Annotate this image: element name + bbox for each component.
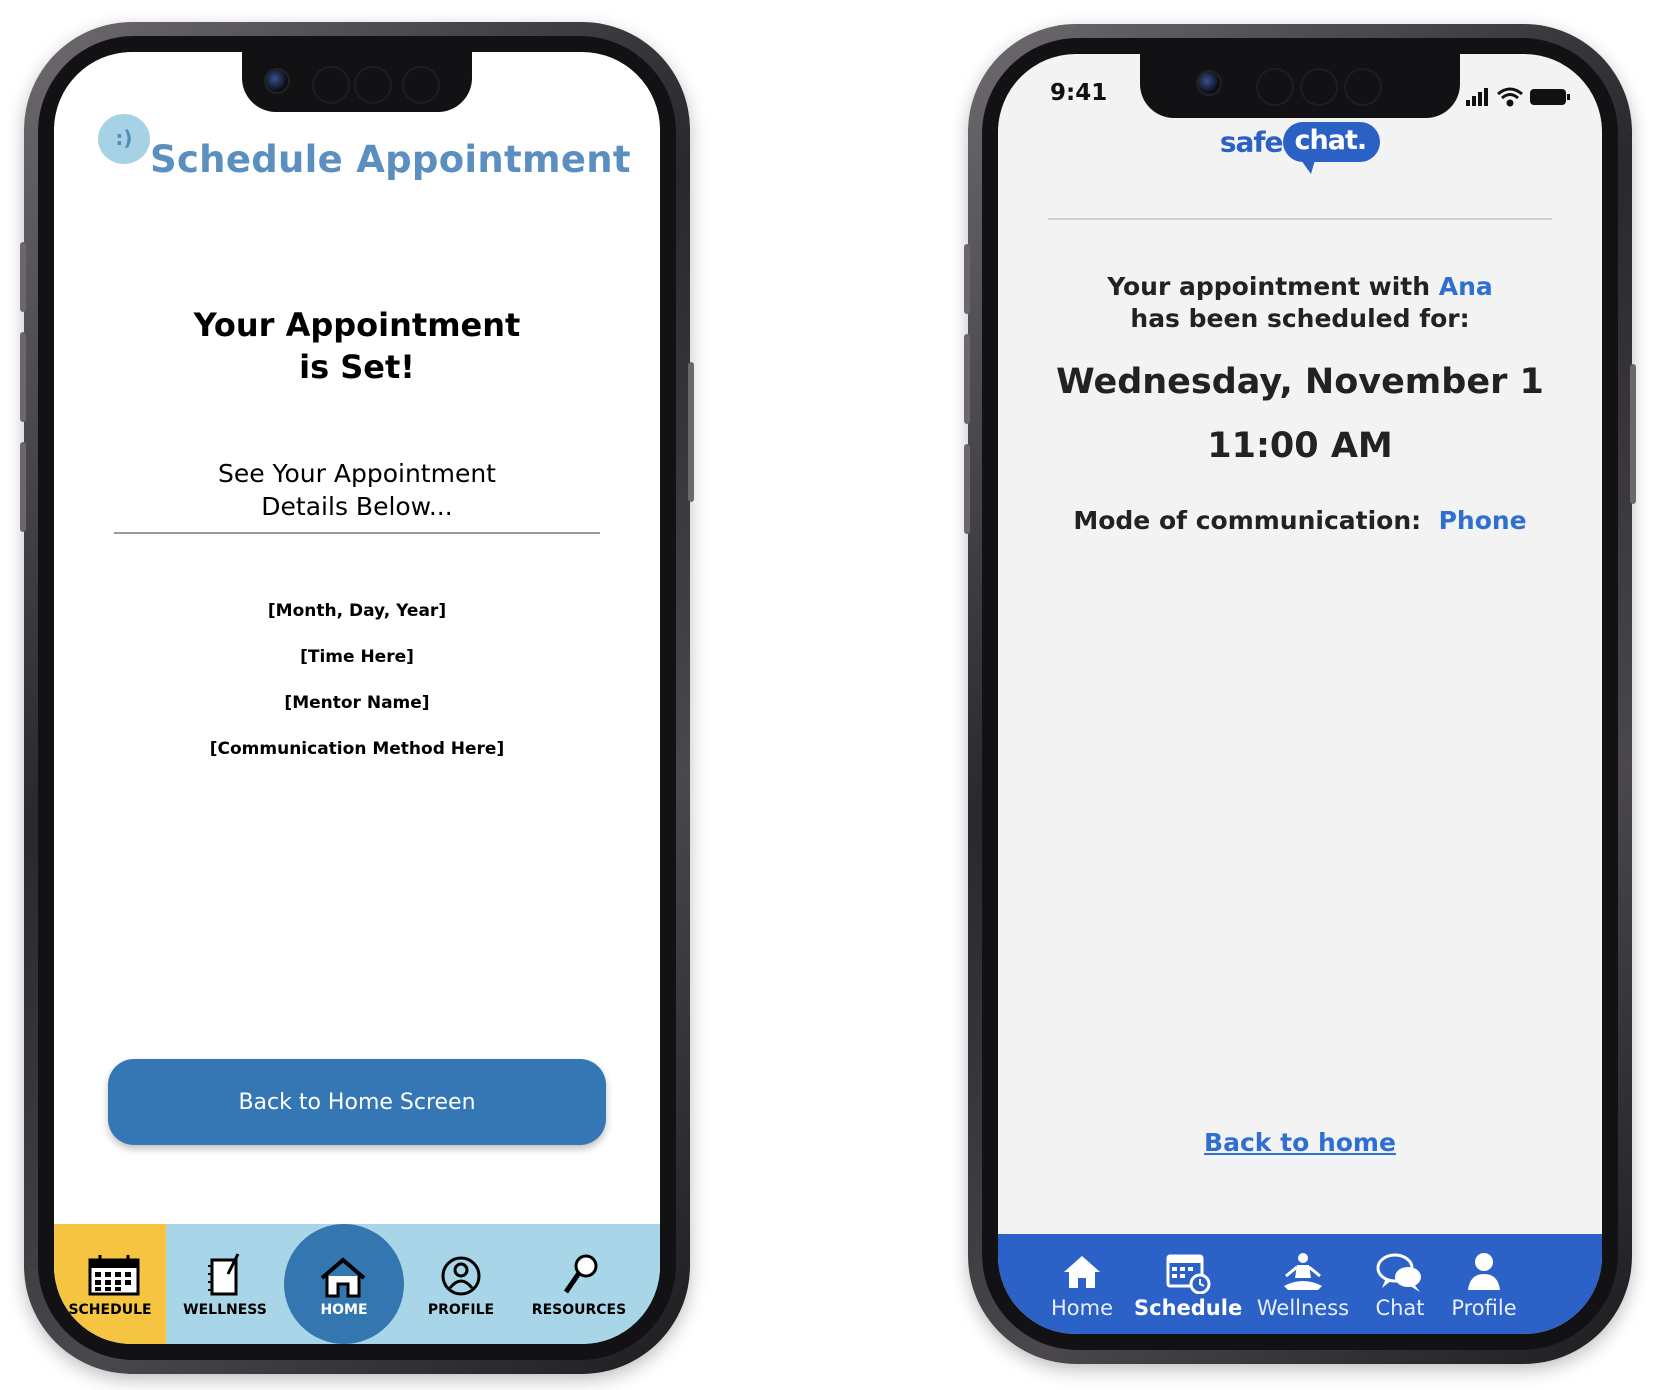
wifi-icon xyxy=(1497,87,1523,107)
battery-icon xyxy=(1530,89,1570,105)
nav-tab-home[interactable]: Home xyxy=(1038,1234,1126,1334)
signal-icon xyxy=(1466,88,1488,106)
side-button xyxy=(964,244,970,314)
nav-label-resources: RESOURCES xyxy=(531,1302,627,1318)
mode-value: Phone xyxy=(1438,506,1527,535)
nav-label-schedule: SCHEDULE xyxy=(68,1302,152,1318)
volume-down-button xyxy=(964,444,970,534)
nav-label-wellness: WELLNESS xyxy=(183,1302,267,1318)
smiley-logo-icon: :) xyxy=(98,114,150,164)
details-subtitle: See Your Appointment Details Below... xyxy=(54,457,660,523)
nav-label-profile: Profile xyxy=(1451,1296,1517,1320)
mode-label: Mode of communication: xyxy=(1073,506,1422,535)
divider xyxy=(1048,218,1552,220)
subtitle-line-2: Details Below... xyxy=(261,492,453,521)
person-icon xyxy=(1468,1253,1500,1290)
mentor-name: Ana xyxy=(1438,272,1493,301)
power-button xyxy=(688,362,694,502)
status-time: 9:41 xyxy=(1050,80,1108,106)
bottom-nav-bar: SCHEDULE WELLNESS HOME PROFILE RESOURCES xyxy=(54,1224,660,1344)
logo-safe-text: safe xyxy=(1219,125,1284,159)
detail-mentor: [Mentor Name] xyxy=(284,693,430,713)
status-icons xyxy=(1466,87,1570,107)
chat-bubbles-icon xyxy=(1376,1253,1421,1292)
appointment-date: Wednesday, November 1 xyxy=(1056,362,1544,402)
profile-icon xyxy=(441,1256,481,1296)
appointment-message-line-1: Your appointment with Ana xyxy=(998,272,1602,301)
appointment-time: 11:00 AM xyxy=(1207,426,1393,466)
magnifier-icon xyxy=(563,1254,598,1294)
nav-label-home: HOME xyxy=(320,1302,368,1318)
nav-tab-chat[interactable]: Chat xyxy=(1360,1234,1440,1334)
front-camera-icon xyxy=(264,68,290,94)
communication-mode: Mode of communication: Phone xyxy=(998,506,1602,535)
subtitle-line-1: See Your Appointment xyxy=(217,459,496,488)
message-prefix: Your appointment with xyxy=(1107,272,1431,301)
back-to-home-button[interactable]: Back to Home Screen xyxy=(108,1059,606,1145)
detail-communication: [Communication Method Here] xyxy=(209,739,505,759)
page-title: Schedule Appointment xyxy=(150,138,631,181)
left-app-screen: :) Schedule Appointment Your Appointment… xyxy=(54,52,660,1344)
nav-tab-wellness[interactable]: WELLNESS xyxy=(166,1224,284,1344)
detail-date: [Month, Day, Year] xyxy=(267,601,447,621)
nav-tab-schedule[interactable]: Schedule xyxy=(1134,1234,1243,1334)
home-icon xyxy=(1064,1256,1100,1288)
power-button xyxy=(1630,364,1636,504)
heading-line-1: Your Appointment xyxy=(193,306,521,344)
safechat-logo: safe chat. xyxy=(998,122,1602,174)
nav-tab-wellness[interactable]: Wellness xyxy=(1248,1234,1358,1334)
nav-tab-profile[interactable]: Profile xyxy=(1440,1234,1528,1334)
phone-notch xyxy=(1140,54,1460,118)
right-phone-mockup: 9:41 safe chat. Your appointment with Ana… xyxy=(964,24,1636,1364)
sensor-icon xyxy=(1344,68,1382,106)
nav-label-schedule: Schedule xyxy=(1134,1296,1243,1320)
right-app-screen: 9:41 safe chat. Your appointment with Ana… xyxy=(998,54,1602,1334)
phone-notch xyxy=(242,52,472,112)
nav-label-chat: Chat xyxy=(1375,1296,1425,1320)
meditation-icon xyxy=(1284,1253,1322,1290)
volume-up-button xyxy=(964,334,970,424)
sensor-icon xyxy=(1300,68,1338,106)
nav-tab-home[interactable]: HOME xyxy=(284,1224,404,1344)
bottom-nav-bar: Home Schedule Wellness Chat Profile xyxy=(998,1234,1602,1334)
sensor-icon xyxy=(354,66,392,104)
volume-down-button xyxy=(20,442,26,532)
app-header: :) Schedule Appointment xyxy=(98,114,631,194)
appointment-message-line-2: has been scheduled for: xyxy=(1130,304,1470,333)
nav-label-wellness: Wellness xyxy=(1256,1296,1350,1320)
nav-tab-resources[interactable]: RESOURCES xyxy=(520,1224,638,1344)
heading-line-2: is Set! xyxy=(299,348,415,386)
calendar-clock-icon xyxy=(1166,1254,1211,1294)
calendar-icon xyxy=(88,1255,140,1296)
back-to-home-link[interactable]: Back to home xyxy=(998,1128,1602,1157)
detail-time: [Time Here] xyxy=(300,647,414,667)
side-button xyxy=(20,242,26,312)
home-icon xyxy=(320,1257,366,1298)
volume-up-button xyxy=(20,332,26,422)
nav-tab-profile[interactable]: PROFILE xyxy=(402,1224,520,1344)
notebook-icon xyxy=(208,1253,240,1296)
appointment-details: [Month, Day, Year] [Time Here] [Mentor N… xyxy=(54,596,660,780)
sensor-icon xyxy=(312,66,350,104)
nav-tab-schedule[interactable]: SCHEDULE xyxy=(54,1224,166,1344)
nav-label-home: Home xyxy=(1050,1296,1113,1320)
sensor-icon xyxy=(402,66,440,104)
front-camera-icon xyxy=(1196,70,1222,96)
divider xyxy=(114,532,600,534)
logo-chat-bubble: chat. xyxy=(1282,122,1381,174)
confirmation-heading: Your Appointment is Set! xyxy=(54,304,660,388)
left-phone-mockup: :) Schedule Appointment Your Appointment… xyxy=(20,22,694,1374)
nav-label-profile: PROFILE xyxy=(427,1302,495,1318)
sensor-icon xyxy=(1256,68,1294,106)
